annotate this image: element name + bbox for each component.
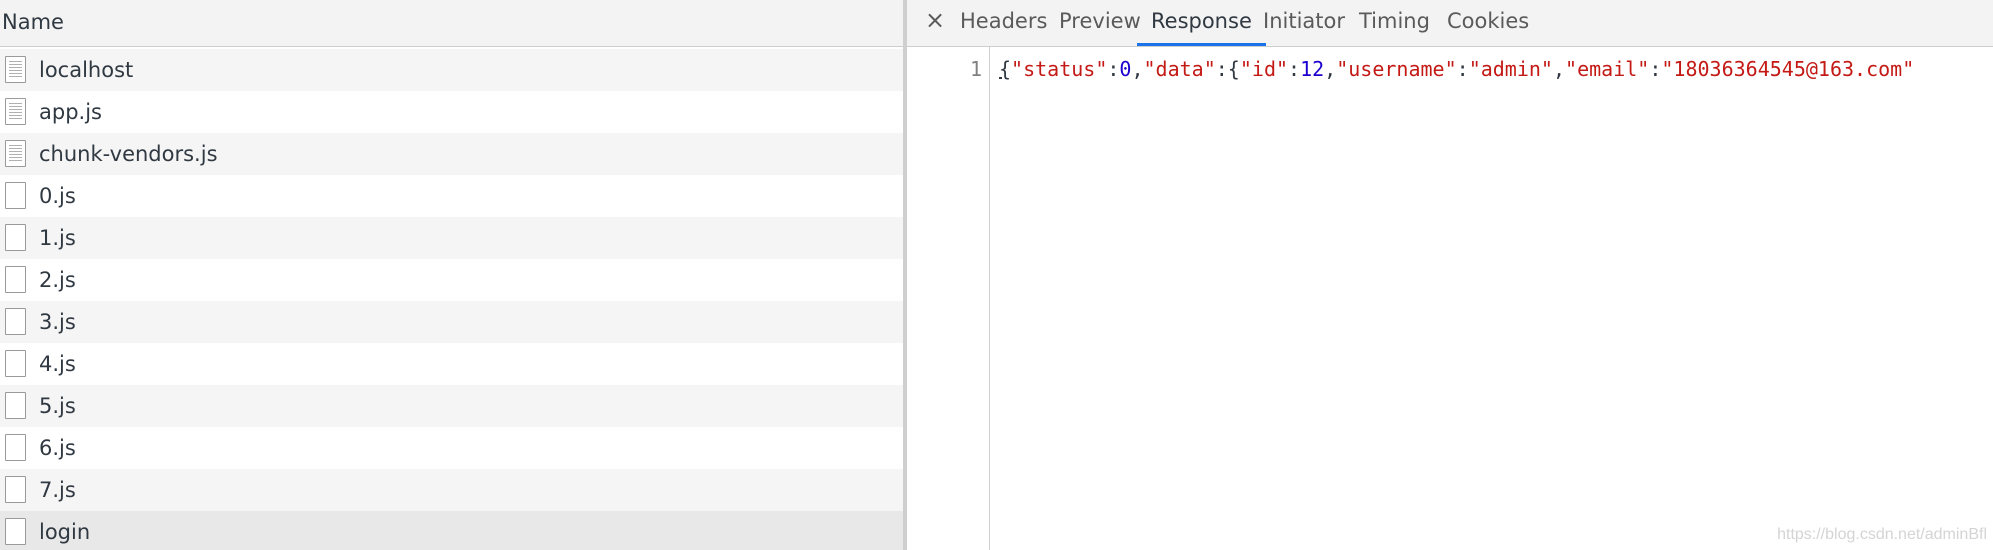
tab-initiator[interactable]: Initiator (1263, 0, 1345, 46)
json-punctuation: :{ (1215, 57, 1240, 81)
request-row[interactable]: 0.js (0, 175, 903, 217)
request-name: 2.js (39, 268, 76, 292)
file-icon (5, 392, 26, 419)
json-string: "18036364545@163.com" (1661, 57, 1915, 81)
request-name: 1.js (39, 226, 76, 250)
json-number: 12 (1300, 57, 1325, 81)
script-icon (5, 98, 26, 125)
network-request-list: Name localhost app.js chunk-vendors.js 0.js… (0, 0, 903, 550)
request-name: chunk-vendors.js (39, 142, 218, 166)
json-string: "email" (1565, 57, 1650, 81)
request-name: 5.js (39, 394, 76, 418)
script-icon (5, 140, 26, 167)
request-row[interactable]: 4.js (0, 343, 903, 385)
request-row[interactable]: chunk-vendors.js (0, 133, 903, 175)
request-rows: localhost app.js chunk-vendors.js 0.js 1.js 2… (0, 49, 903, 550)
json-punctuation: { (999, 57, 1012, 81)
tab-cookies[interactable]: Cookies (1447, 0, 1529, 46)
line-number: 1 (969, 57, 982, 81)
name-column-label: Name (2, 10, 64, 34)
request-row[interactable]: localhost (0, 49, 903, 91)
details-tab-bar: × Headers Preview Response Initiator Timing C… (907, 0, 1993, 47)
request-row[interactable]: app.js (0, 91, 903, 133)
json-string: "id" (1239, 57, 1289, 81)
file-icon (5, 434, 26, 461)
request-name: localhost (39, 58, 134, 82)
file-icon (5, 476, 26, 503)
json-punctuation: , (1324, 57, 1337, 81)
request-row[interactable]: 1.js (0, 217, 903, 259)
tab-timing[interactable]: Timing (1359, 0, 1430, 46)
json-punctuation: : (1456, 57, 1469, 81)
name-column-header[interactable]: Name (0, 0, 903, 47)
json-punctuation: , (1131, 57, 1144, 81)
request-name: 6.js (39, 436, 76, 460)
request-name: 0.js (39, 184, 76, 208)
json-punctuation: : (1107, 57, 1120, 81)
json-string: "data" (1143, 57, 1216, 81)
request-name: 3.js (39, 310, 76, 334)
response-body[interactable]: {"status":0,"data":{"id":12,"username":"… (999, 57, 1914, 81)
close-icon[interactable]: × (921, 6, 949, 34)
json-number: 0 (1119, 57, 1132, 81)
response-viewer[interactable]: 1 {"status":0,"data":{"id":12,"username"… (907, 47, 1993, 550)
file-icon (5, 350, 26, 377)
document-icon (5, 56, 26, 83)
file-icon (5, 308, 26, 335)
json-string: "username" (1336, 57, 1457, 81)
json-string: "status" (1011, 57, 1108, 81)
file-icon (5, 224, 26, 251)
request-name: 7.js (39, 478, 76, 502)
watermark: https://blog.csdn.net/adminBfl (1777, 526, 1987, 543)
line-number-gutter: 1 (907, 47, 990, 550)
request-row[interactable]: 7.js (0, 469, 903, 511)
file-icon (5, 182, 26, 209)
json-punctuation: , (1552, 57, 1566, 81)
json-string: "admin" (1468, 57, 1553, 81)
request-row[interactable]: login (0, 511, 903, 550)
request-name: login (39, 520, 91, 544)
request-row[interactable]: 2.js (0, 259, 903, 301)
request-name: 4.js (39, 352, 76, 376)
json-punctuation: : (1649, 57, 1662, 81)
tab-response[interactable]: Response (1137, 0, 1266, 46)
request-row[interactable]: 3.js (0, 301, 903, 343)
json-punctuation: : (1288, 57, 1301, 81)
tab-headers[interactable]: Headers (960, 0, 1047, 46)
request-name: app.js (39, 100, 102, 124)
request-row[interactable]: 5.js (0, 385, 903, 427)
file-icon (5, 518, 26, 545)
tab-preview[interactable]: Preview (1059, 0, 1141, 46)
request-row[interactable]: 6.js (0, 427, 903, 469)
request-details-panel: × Headers Preview Response Initiator Timing C… (907, 0, 1993, 550)
file-icon (5, 266, 26, 293)
